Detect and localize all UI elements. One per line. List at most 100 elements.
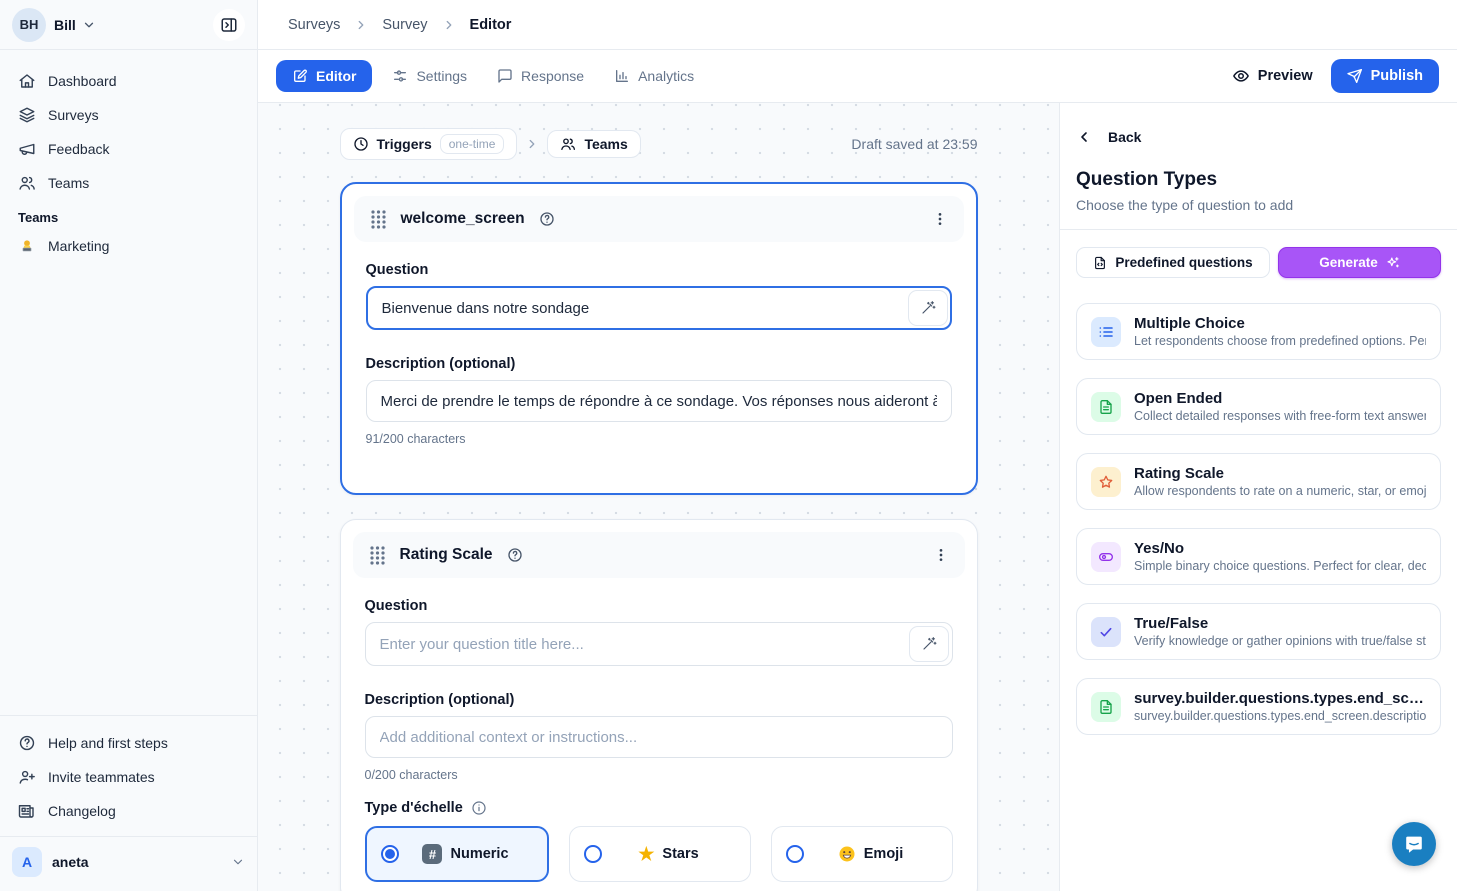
publish-label: Publish xyxy=(1371,68,1423,84)
newspaper-icon xyxy=(18,802,36,820)
sidebar-bottom-nav: Help and first steps Invite teammates Ch… xyxy=(0,715,257,828)
preview-label: Preview xyxy=(1258,68,1313,84)
back-button[interactable]: Back xyxy=(1076,129,1441,145)
sidebar-item-help[interactable]: Help and first steps xyxy=(10,726,247,760)
users-icon xyxy=(560,136,576,152)
magic-wand-button[interactable] xyxy=(908,290,948,326)
question-type-rating-scale[interactable]: Rating Scale Allow respondents to rate o… xyxy=(1076,453,1441,510)
radio-unselected[interactable] xyxy=(786,845,804,863)
question-type-description: Let respondents choose from predefined o… xyxy=(1134,334,1426,348)
question-card-rating-scale[interactable]: Rating Scale Question Description (optio… xyxy=(340,519,978,891)
scale-type-label: Type d'échelle xyxy=(365,800,953,816)
tab-editor[interactable]: Editor xyxy=(276,60,372,92)
editor-toolbar: Editor Settings Response Analytics Previ… xyxy=(258,50,1457,103)
question-type-multiple-choice[interactable]: Multiple Choice Let respondents choose f… xyxy=(1076,303,1441,360)
sidebar-item-label: Feedback xyxy=(48,141,109,157)
tab-response[interactable]: Response xyxy=(487,60,594,92)
description-input[interactable] xyxy=(365,716,953,758)
question-title-input[interactable] xyxy=(365,622,953,666)
question-type-end-screen[interactable]: survey.builder.questions.types.end_scr..… xyxy=(1076,678,1441,735)
preview-button[interactable]: Preview xyxy=(1232,67,1313,85)
megaphone-icon xyxy=(18,140,36,158)
chevron-right-icon xyxy=(525,137,539,151)
question-type-true-false[interactable]: True/False Verify knowledge or gather op… xyxy=(1076,603,1441,660)
teams-pill[interactable]: Teams xyxy=(547,130,640,158)
sidebar-header: BH Bill xyxy=(0,0,257,50)
description-input[interactable] xyxy=(366,380,952,422)
sidebar-item-invite[interactable]: Invite teammates xyxy=(10,760,247,794)
sidebar-item-teams[interactable]: Teams xyxy=(10,166,247,200)
eye-icon xyxy=(1232,67,1250,85)
sidebar-item-feedback[interactable]: Feedback xyxy=(10,132,247,166)
question-card-header[interactable]: Rating Scale xyxy=(353,532,965,578)
user-avatar[interactable]: BH xyxy=(12,8,46,42)
question-type-yes-no[interactable]: Yes/No Simple binary choice questions. P… xyxy=(1076,528,1441,585)
question-type-description: Allow respondents to rate on a numeric, … xyxy=(1134,484,1426,498)
back-label: Back xyxy=(1108,129,1141,145)
collapse-sidebar-button[interactable] xyxy=(213,9,245,41)
magic-wand-button[interactable] xyxy=(909,626,949,662)
help-circle-icon[interactable] xyxy=(539,211,555,227)
scale-option-emoji[interactable]: Emoji xyxy=(771,826,953,882)
org-switcher[interactable]: A aneta xyxy=(0,836,257,891)
scale-option-numeric[interactable]: # Numeric xyxy=(365,826,549,882)
sidebar-item-dashboard[interactable]: Dashboard xyxy=(10,64,247,98)
teams-section-label: Teams xyxy=(10,200,247,229)
chevron-right-icon xyxy=(442,18,456,32)
sidebar-item-surveys[interactable]: Surveys xyxy=(10,98,247,132)
question-card-welcome-screen[interactable]: welcome_screen Question Description (opt… xyxy=(340,182,978,495)
generate-label: Generate xyxy=(1319,255,1378,270)
file-code-icon xyxy=(1093,256,1107,270)
triggers-pill[interactable]: Triggers one-time xyxy=(340,128,518,160)
question-card-title: welcome_screen xyxy=(401,210,525,228)
smiley-emoji xyxy=(838,845,856,863)
tab-settings[interactable]: Settings xyxy=(382,60,477,92)
divider xyxy=(1060,229,1457,230)
survey-canvas: Triggers one-time Teams Draft saved at 2… xyxy=(258,103,1059,891)
scale-type-options: # Numeric ★ Stars xyxy=(365,826,953,882)
help-circle-icon[interactable] xyxy=(507,547,523,563)
breadcrumb-surveys[interactable]: Surveys xyxy=(288,17,340,33)
pencil-square-icon xyxy=(292,68,308,84)
card-menu-button[interactable] xyxy=(933,546,949,564)
sidebar-item-label: Teams xyxy=(48,175,89,191)
triggers-label: Triggers xyxy=(377,136,432,152)
file-text-icon xyxy=(1091,392,1121,422)
question-type-open-ended[interactable]: Open Ended Collect detailed responses wi… xyxy=(1076,378,1441,435)
chevron-down-icon xyxy=(231,855,245,869)
sidebar-item-changelog[interactable]: Changelog xyxy=(10,794,247,828)
chat-widget-button[interactable] xyxy=(1392,822,1436,866)
drag-handle-icon[interactable] xyxy=(370,209,387,229)
predefined-label: Predefined questions xyxy=(1115,255,1252,270)
panel-actions: Predefined questions Generate xyxy=(1076,247,1441,278)
question-field-label: Question xyxy=(365,598,953,614)
publish-button[interactable]: Publish xyxy=(1331,59,1439,93)
question-card-header[interactable]: welcome_screen xyxy=(354,196,964,242)
user-menu[interactable]: Bill xyxy=(54,17,96,33)
sparkles-icon xyxy=(1386,256,1400,270)
question-title-input[interactable] xyxy=(366,286,952,330)
tab-label: Analytics xyxy=(638,68,694,84)
drag-handle-icon[interactable] xyxy=(369,545,386,565)
scale-option-stars[interactable]: ★ Stars xyxy=(569,826,751,882)
sidebar: BH Bill Dashboard Surveys Feedback Teams… xyxy=(0,0,258,891)
sidebar-item-label: Surveys xyxy=(48,107,99,123)
sidebar-item-label: Marketing xyxy=(48,238,109,254)
card-menu-button[interactable] xyxy=(932,210,948,228)
question-type-title: Rating Scale xyxy=(1134,465,1426,482)
radio-unselected[interactable] xyxy=(584,845,602,863)
question-type-title: True/False xyxy=(1134,615,1426,632)
info-icon[interactable] xyxy=(471,800,487,816)
radio-selected[interactable] xyxy=(381,845,399,863)
star-outline-icon xyxy=(1091,467,1121,497)
scale-option-label: Numeric xyxy=(450,846,508,862)
tab-label: Response xyxy=(521,68,584,84)
predefined-questions-button[interactable]: Predefined questions xyxy=(1076,247,1270,278)
tab-analytics[interactable]: Analytics xyxy=(604,60,704,92)
number-keycap-emoji: # xyxy=(422,844,442,864)
generate-button[interactable]: Generate xyxy=(1278,247,1441,278)
sidebar-item-marketing[interactable]: Marketing xyxy=(10,229,247,263)
scale-option-label: Stars xyxy=(662,846,698,862)
breadcrumb-survey[interactable]: Survey xyxy=(382,17,427,33)
question-type-title: Open Ended xyxy=(1134,390,1426,407)
